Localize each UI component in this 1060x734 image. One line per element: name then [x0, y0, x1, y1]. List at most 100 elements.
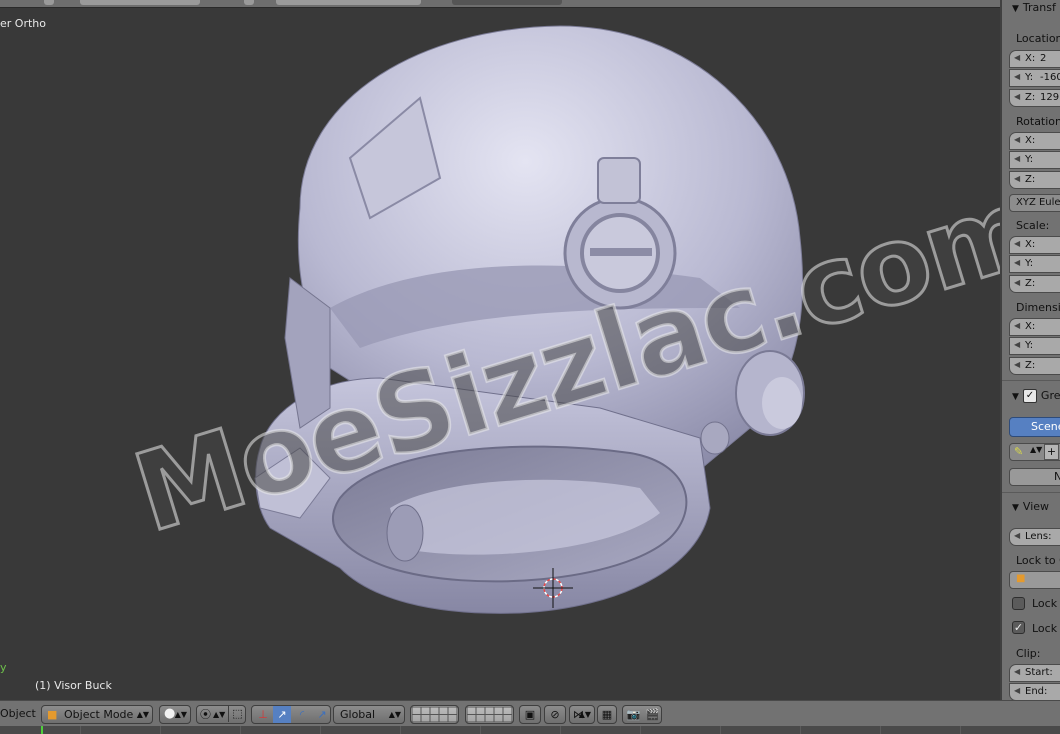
dropdown-arrows-icon: ▲▼ [174, 710, 187, 719]
arrow-left-icon: ◀ [1014, 92, 1021, 101]
location-y-field[interactable]: ◀Y:-160 [1009, 69, 1060, 87]
dimensions-x-field[interactable]: ◀ X: [1009, 318, 1060, 336]
arrow-left-icon: ◀ [1014, 321, 1021, 330]
scale-y-field[interactable]: ◀ Y: [1009, 255, 1060, 273]
render-still-icon[interactable]: 📷 [625, 706, 642, 723]
timeline-tick [720, 726, 721, 734]
scale-z-field[interactable]: ◀ Z: [1009, 275, 1060, 293]
scene-layers-group-2[interactable] [465, 705, 514, 724]
current-frame-marker[interactable] [41, 726, 43, 734]
clip-start-field[interactable]: ◀ Start: [1009, 664, 1060, 682]
add-icon[interactable]: + [1044, 444, 1059, 460]
layer-lock-icon[interactable]: ▣ [519, 705, 541, 724]
location-x-field[interactable]: ◀ X: 2 [1009, 50, 1060, 68]
lock-checkbox-1[interactable] [1012, 597, 1025, 610]
dropdown-arrows-icon: ▲▼ [136, 710, 149, 719]
scale-label: Scale: [1016, 219, 1050, 232]
arrow-left-icon: ◀ [1014, 686, 1021, 695]
top-header-strip [0, 0, 1000, 8]
header-field[interactable] [80, 0, 200, 5]
proportional-editing-icon[interactable]: ⊘ [544, 705, 566, 724]
rotation-x-field[interactable]: ◀ X: [1009, 132, 1060, 150]
header-button[interactable] [44, 0, 54, 5]
manipulator-toggle-icon[interactable]: ⊥ [254, 706, 272, 723]
snap-grid-icon[interactable]: ▦ [597, 705, 617, 724]
collapse-triangle-icon: ▼ [1012, 4, 1019, 14]
header-field[interactable] [276, 0, 421, 5]
dimensions-z-field[interactable]: ◀ Z: [1009, 357, 1060, 375]
transform-manipulator-group: ⊥ ↗ ◜ ↗ [251, 705, 331, 724]
rotate-icon[interactable]: ◜ [293, 706, 311, 723]
translate-icon[interactable]: ↗ [273, 706, 291, 723]
manipulate-center-icon[interactable]: ⬚ [228, 705, 246, 722]
arrow-left-icon: ◀ [1014, 278, 1021, 287]
properties-region: ▼Transf Location: ◀X:2 ◀Y:-160 ◀Z:129 Ro… [1000, 0, 1060, 700]
arrow-left-icon: ◀ [1014, 531, 1021, 540]
arrow-left-icon: ◀ [1014, 154, 1021, 163]
rotation-mode-dropdown[interactable]: XYZ Eule [1009, 194, 1060, 212]
checkbox-checked-icon[interactable]: ✓ [1022, 389, 1037, 403]
timeline-tick [640, 726, 641, 734]
grease-pencil-tools-row: ✎ ▲▼ + [1009, 443, 1060, 461]
3d-viewport[interactable]: MoeSizzlac.com er Ortho y (1) Visor Buck [0, 8, 1000, 700]
dropdown-arrows-icon: ▲▼ [388, 710, 401, 719]
arrow-left-icon: ◀ [1014, 53, 1021, 62]
cube-icon: ■ [1016, 573, 1026, 584]
render-buttons-group: 📷 🎬 [622, 705, 662, 724]
rotation-z-field[interactable]: ◀ Z: [1009, 171, 1060, 189]
timeline-tick [960, 726, 961, 734]
timeline-strip[interactable] [0, 726, 1060, 734]
rotation-label: Rotation: [1016, 115, 1060, 128]
lock-to-label: Lock to C [1016, 554, 1060, 567]
clip-end-field[interactable]: ◀ End: [1009, 683, 1060, 700]
timeline-tick [80, 726, 81, 734]
object-menu[interactable]: Object [0, 707, 36, 720]
location-z-field[interactable]: ◀ Z: 129 [1009, 89, 1060, 107]
new-button[interactable]: N [1009, 468, 1060, 486]
dimensions-y-field[interactable]: ◀ Y: [1009, 337, 1060, 355]
transform-panel-header[interactable]: ▼ Transf [1012, 1, 1056, 14]
scale-icon[interactable]: ↗ [313, 706, 331, 723]
mode-dropdown[interactable]: ■ Object Mode ▲▼ [41, 705, 153, 724]
arrow-left-icon: ◀ [1014, 667, 1021, 676]
lens-field[interactable]: ◀ Lens: [1009, 528, 1060, 546]
pivot-point-icon[interactable]: ⦿ [200, 706, 211, 723]
scene-layers-group-1[interactable] [410, 705, 459, 724]
location-label: Location: [1016, 32, 1060, 45]
scale-x-field[interactable]: ◀ X: [1009, 236, 1060, 254]
arrow-left-icon: ◀ [1014, 360, 1021, 369]
pivot-point-group: ⦿ ▲▼ ⬚ [196, 705, 246, 724]
dimensions-label: Dimensio [1016, 301, 1060, 314]
rotation-y-field[interactable]: ◀ Y: [1009, 151, 1060, 169]
scene-button[interactable]: Scene [1009, 417, 1060, 437]
sphere-icon: ● [164, 706, 176, 721]
collapse-triangle-icon: ▼ [1012, 503, 1019, 513]
dropdown-arrows-icon[interactable]: ▲▼ [1030, 445, 1042, 454]
lock-checkbox-2[interactable]: ✓ [1012, 621, 1025, 634]
header-button[interactable] [244, 0, 254, 5]
viewport-shading-dropdown[interactable]: ● ▲▼ [159, 705, 191, 724]
transform-orientation-dropdown[interactable]: Global ▲▼ [333, 705, 405, 724]
timeline-tick [560, 726, 561, 734]
layers-grid-icon [411, 706, 458, 723]
lock-label-1: Lock [1032, 597, 1058, 610]
dropdown-arrows-icon[interactable]: ▲▼ [213, 706, 225, 723]
timeline-tick [160, 726, 161, 734]
timeline-tick [320, 726, 321, 734]
grease-pencil-panel-header[interactable]: ▼ ✓ Gre [1012, 389, 1060, 403]
lock-to-object-field[interactable]: ■ [1009, 571, 1060, 589]
axis-indicator: y [0, 661, 7, 674]
snap-element-dropdown[interactable]: ⋈ ▲▼ [569, 705, 595, 724]
divider [1002, 380, 1060, 381]
arrow-left-icon: ◀ [1014, 72, 1021, 81]
divider [1002, 492, 1060, 493]
arrow-left-icon: ◀ [1014, 135, 1021, 144]
arrow-left-icon: ◀ [1014, 174, 1021, 183]
pencil-icon[interactable]: ✎ [1014, 445, 1023, 458]
render-animation-icon[interactable]: 🎬 [644, 706, 661, 723]
collapse-triangle-icon: ▼ [1012, 392, 1019, 402]
timeline-tick [480, 726, 481, 734]
view-panel-header[interactable]: ▼ View [1012, 500, 1049, 513]
lock-label-2: Lock [1032, 622, 1058, 635]
header-field[interactable] [452, 0, 562, 5]
